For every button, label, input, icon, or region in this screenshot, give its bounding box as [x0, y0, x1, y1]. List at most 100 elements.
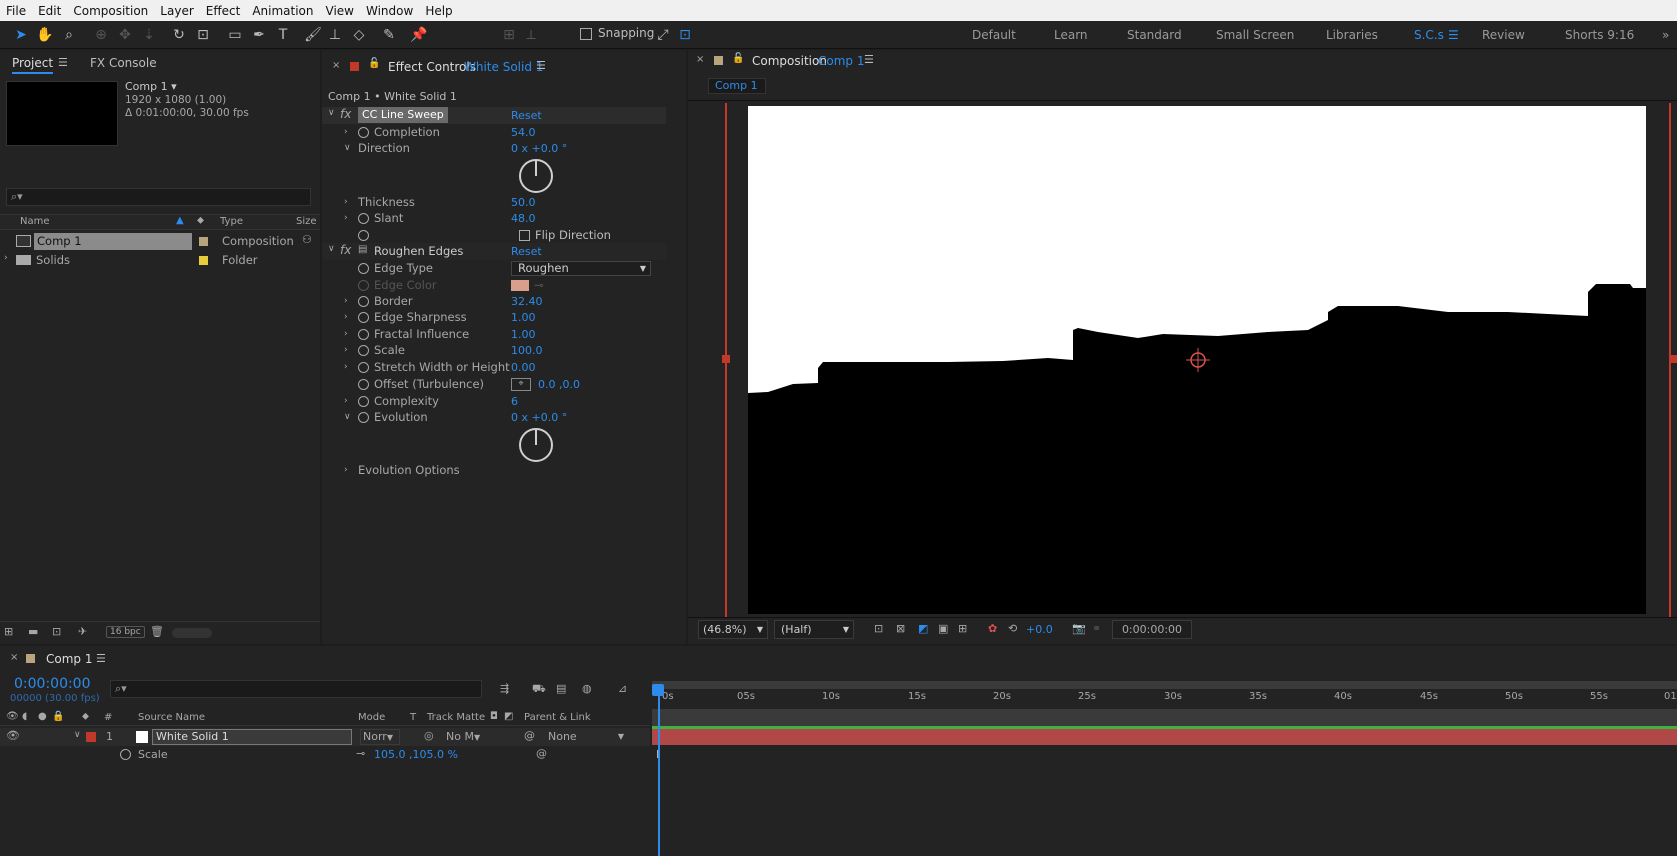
property-value[interactable]: 1.00 [511, 326, 536, 343]
col-type[interactable]: Type [220, 216, 243, 227]
workspace-overflow-icon[interactable]: » [1662, 28, 1669, 42]
playhead[interactable] [658, 684, 660, 856]
resolution-dropdown[interactable]: (Half) ▼ [774, 620, 854, 639]
project-menu-icon[interactable]: ☰ [58, 56, 68, 69]
workspace-libraries[interactable]: Libraries [1326, 28, 1378, 42]
edge-color-swatch[interactable] [511, 280, 529, 291]
menu-file[interactable]: File [6, 4, 26, 18]
grid-guides-icon[interactable]: ⊞ [958, 622, 967, 635]
chevron-right-icon[interactable]: › [344, 194, 348, 211]
property-value[interactable]: 100.0 [511, 342, 543, 359]
thumbnail-slider[interactable] [172, 628, 212, 638]
rotate-tool-icon[interactable]: ↻ [170, 26, 188, 44]
snapshot-icon[interactable]: 📷 [1072, 622, 1086, 635]
col-t[interactable]: T [410, 712, 416, 723]
menu-layer[interactable]: Layer [160, 4, 193, 18]
reset-exposure-icon[interactable]: ⟲ [1008, 622, 1017, 635]
fx-icon[interactable]: fx [340, 243, 351, 257]
guide-handle-right[interactable] [1669, 355, 1677, 363]
property-value[interactable]: 0.0 ,0.0 [538, 376, 580, 393]
exposure-value[interactable]: +0.0 [1026, 623, 1053, 636]
chevron-right-icon[interactable]: › [344, 210, 348, 227]
lock-column-icon[interactable]: 🔒 [52, 711, 64, 722]
stopwatch-icon[interactable] [358, 412, 369, 423]
lock-icon[interactable]: 🔓 [368, 58, 380, 69]
crosshair-icon[interactable]: ⌖ [511, 378, 531, 391]
stopwatch-icon[interactable] [358, 230, 369, 241]
workspace-review[interactable]: Review [1482, 28, 1525, 42]
workspace-shorts[interactable]: Shorts 9:16 [1565, 28, 1634, 42]
workspace-scs[interactable]: S.C.s [1414, 28, 1444, 42]
col-name[interactable]: Name [20, 216, 50, 227]
col-mode[interactable]: Mode [358, 712, 385, 723]
track-matte-dropdown[interactable]: No M▼ [444, 729, 484, 745]
preserve-transparency-icon[interactable]: ◎ [424, 729, 434, 742]
solo-icon[interactable]: ● [38, 711, 47, 722]
comp-menu-icon[interactable]: ☰ [864, 53, 874, 66]
flowchart-icon[interactable]: ⚇ [302, 233, 312, 246]
menu-composition[interactable]: Composition [73, 4, 148, 18]
stopwatch-icon[interactable] [358, 263, 369, 274]
graph-editor-icon[interactable]: ⊿ [618, 682, 627, 695]
workspace-standard[interactable]: Standard [1127, 28, 1182, 42]
fast-previews-icon[interactable]: ⊡ [874, 622, 883, 635]
interpret-footage-icon[interactable]: ⊞ [4, 625, 13, 638]
chevron-right-icon[interactable]: › [344, 293, 348, 310]
menu-effect[interactable]: Effect [206, 4, 241, 18]
bit-depth-button[interactable]: 16 bpc [106, 626, 145, 638]
timeline-menu-icon[interactable]: ☰ [96, 652, 106, 665]
property-label[interactable]: Evolution Options [358, 462, 460, 479]
shy-layers-icon[interactable]: ▤ [556, 682, 566, 695]
workspace-learn[interactable]: Learn [1054, 28, 1088, 42]
chevron-down-icon[interactable]: ∨ [328, 244, 335, 254]
effect-header-cc-line-sweep[interactable]: ∨ fx CC Line Sweep Reset [322, 107, 666, 124]
property-value[interactable]: 54.0 [511, 124, 536, 141]
comp-subtab[interactable]: Comp 1 [708, 78, 766, 94]
comp-name[interactable]: Comp 1 [818, 54, 864, 68]
zoom-dropdown[interactable]: (46.8%) ▼ [698, 620, 768, 639]
snap-target-icon[interactable]: ⊡ [676, 26, 694, 44]
project-item-name[interactable]: Comp 1 [34, 233, 192, 250]
blend-mode-dropdown[interactable]: Norr▼ [360, 729, 400, 745]
label-tag-icon[interactable]: ⬥ [197, 215, 204, 226]
property-value[interactable]: 6 [511, 393, 518, 410]
workspace-default[interactable]: Default [972, 28, 1016, 42]
project-item-row[interactable]: Comp 1 Composition ⚇ [0, 233, 320, 251]
edge-type-dropdown[interactable]: Roughen ▼ [511, 261, 651, 276]
chevron-right-icon[interactable]: › [344, 359, 348, 376]
stopwatch-icon[interactable] [358, 396, 369, 407]
workspace-menu-icon[interactable]: ☰ [1448, 28, 1459, 42]
chevron-down-icon[interactable]: ∨ [74, 730, 81, 740]
trash-icon[interactable]: 🗑 [150, 625, 164, 638]
tab-effect-controls[interactable]: Effect Controls [388, 60, 476, 74]
property-value[interactable]: 50.0 [511, 194, 536, 211]
parent-dropdown[interactable]: None ▼ [544, 729, 628, 745]
chevron-down-icon[interactable]: ∨ [344, 409, 351, 426]
menu-animation[interactable]: Animation [252, 4, 313, 18]
property-value[interactable]: 0 x +0.0 ° [511, 409, 567, 426]
col-parent[interactable]: Parent & Link [524, 712, 591, 723]
property-value[interactable]: 0 x +0.0 ° [511, 140, 567, 157]
layer-duration-bar[interactable] [652, 729, 1677, 745]
col-track-matte[interactable]: Track Matte [427, 712, 485, 723]
sort-ascending-icon[interactable]: ▲ [176, 215, 184, 226]
chevron-right-icon[interactable]: › [344, 393, 348, 410]
eye-icon[interactable]: 👁 [6, 729, 20, 742]
tab-fx-console[interactable]: FX Console [90, 56, 157, 70]
menu-help[interactable]: Help [425, 4, 452, 18]
project-search-input[interactable]: ⌕▾ [6, 188, 311, 206]
timeline-timecode[interactable]: 0:00:00:00 [14, 676, 91, 692]
close-icon[interactable]: × [10, 652, 18, 663]
pen-tool-icon[interactable]: ✒ [250, 26, 268, 44]
effect-name[interactable]: Roughen Edges [374, 244, 463, 258]
hand-tool-icon[interactable]: ✋ [36, 26, 54, 44]
chevron-right-icon[interactable]: › [344, 326, 348, 343]
brush-tool-icon[interactable]: 🖌 [304, 26, 322, 44]
reset-button[interactable]: Reset [511, 109, 542, 122]
eyedropper-icon[interactable]: ⊸ [534, 277, 544, 294]
effect-preset-icon[interactable]: ▤ [358, 244, 367, 255]
pan-tool-icon[interactable]: ✥ [116, 26, 134, 44]
chevron-right-icon[interactable]: › [344, 342, 348, 359]
fx-icon[interactable]: fx [340, 107, 351, 121]
new-folder-icon[interactable]: ▬ [28, 625, 38, 638]
